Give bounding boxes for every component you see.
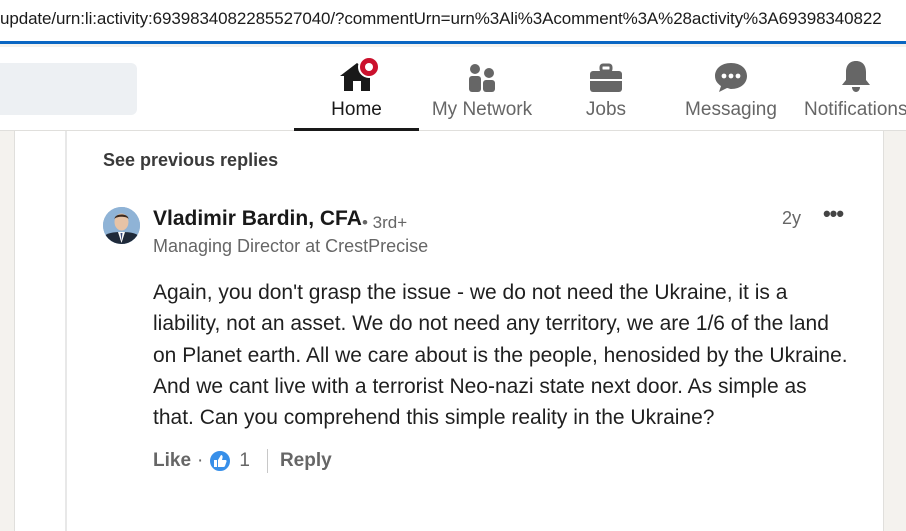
nav-my-network-label: My Network	[431, 99, 533, 120]
avatar[interactable]	[103, 207, 140, 244]
author-headline: Managing Director at CrestPrecise	[153, 236, 429, 256]
search-input[interactable]	[0, 63, 137, 115]
home-icon	[337, 56, 380, 93]
nav-notifications[interactable]: Notifications	[802, 47, 906, 131]
action-divider	[266, 449, 268, 473]
nav-messaging-label: Messaging	[685, 99, 777, 120]
reaction-count[interactable]: 1	[239, 450, 250, 472]
more-options-icon[interactable]: •••	[818, 203, 848, 230]
nav-home[interactable]: Home	[294, 47, 419, 131]
nav-notifications-label: Notifications	[804, 99, 906, 120]
nav-jobs-label: Jobs	[585, 99, 627, 120]
notification-badge	[357, 56, 380, 78]
separator-dot: ·	[197, 450, 204, 471]
like-reaction-icon[interactable]	[209, 450, 232, 472]
nav-messaging[interactable]: Messaging	[684, 47, 778, 131]
see-previous-replies-button[interactable]: See previous replies	[103, 150, 278, 171]
top-navbar: Home My Network Jobs Messaging Notificat…	[0, 47, 906, 131]
network-icon	[462, 57, 502, 93]
messaging-icon	[711, 57, 751, 93]
nav-jobs[interactable]: Jobs	[573, 47, 639, 131]
reply-button[interactable]: Reply	[280, 450, 332, 472]
url-text[interactable]: update/urn:li:activity:69398340822855270…	[0, 9, 882, 29]
nav-my-network[interactable]: My Network	[424, 47, 540, 131]
connection-degree: • 3rd+	[362, 213, 408, 232]
comment-actions: Like · 1 Reply	[153, 448, 332, 474]
address-bar[interactable]: update/urn:li:activity:69398340822855270…	[0, 0, 906, 44]
comment-text: Again, you don't grasp the issue - we do…	[153, 281, 848, 430]
comment-author[interactable]: Vladimir Bardin, CFA	[153, 207, 362, 231]
nav-home-label: Home	[331, 99, 382, 120]
briefcase-icon	[586, 57, 626, 93]
thread-line	[65, 131, 67, 531]
like-button[interactable]: Like	[153, 450, 191, 472]
bell-icon	[836, 57, 876, 93]
comment-timestamp: 2y	[782, 208, 802, 228]
